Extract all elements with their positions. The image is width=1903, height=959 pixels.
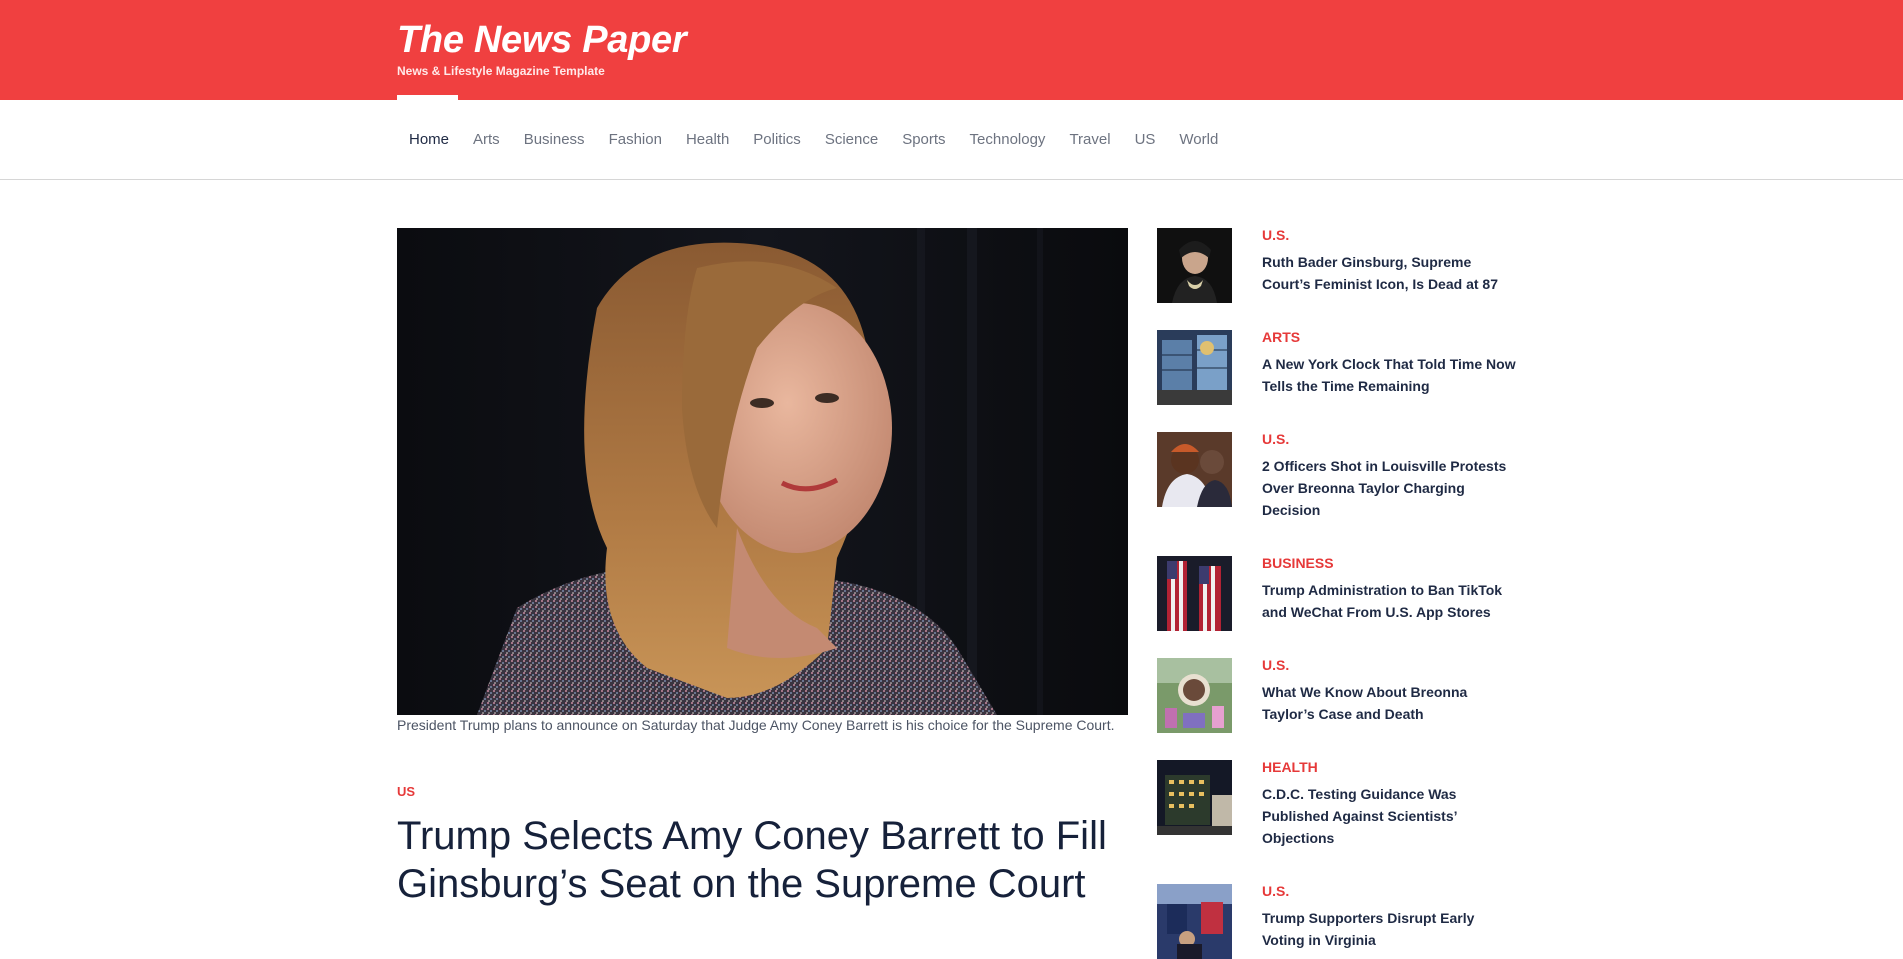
nav-list: Home Arts Business Fashion Health Politi…	[397, 100, 1230, 179]
article-title[interactable]: A New York Clock That Told Time Now Tell…	[1262, 353, 1517, 397]
nav-item-travel[interactable]: Travel	[1057, 100, 1122, 179]
hero-caption: President Trump plans to announce on Sat…	[397, 717, 1115, 733]
nav-item-us[interactable]: US	[1123, 100, 1168, 179]
article-category[interactable]: HEALTH	[1262, 759, 1318, 775]
site-brand[interactable]: The News Paper News & Lifestyle Magazine…	[397, 18, 687, 78]
nav-item-fashion[interactable]: Fashion	[597, 100, 674, 179]
nav-item-politics[interactable]: Politics	[741, 100, 813, 179]
article-title[interactable]: Trump Administration to Ban TikTok and W…	[1262, 579, 1517, 623]
nav-item-technology[interactable]: Technology	[958, 100, 1058, 179]
article-category[interactable]: BUSINESS	[1262, 555, 1334, 571]
site-tagline: News & Lifestyle Magazine Template	[397, 64, 605, 78]
main-article-category[interactable]: US	[397, 784, 415, 799]
article-title[interactable]: Ruth Bader Ginsburg, Supreme Court’s Fem…	[1262, 251, 1517, 295]
nav-item-business[interactable]: Business	[512, 100, 597, 179]
article-thumbnail[interactable]	[1157, 228, 1232, 303]
nav-item-health[interactable]: Health	[674, 100, 741, 179]
article-thumbnail[interactable]	[1157, 330, 1232, 405]
article-title[interactable]: C.D.C. Testing Guidance Was Published Ag…	[1262, 783, 1517, 849]
hero-photo	[397, 228, 1128, 715]
article-thumbnail[interactable]	[1157, 658, 1232, 733]
main-nav: Home Arts Business Fashion Health Politi…	[0, 100, 1903, 180]
article-category[interactable]: U.S.	[1262, 883, 1289, 899]
article-thumbnail[interactable]	[1157, 556, 1232, 631]
nav-item-arts[interactable]: Arts	[461, 100, 512, 179]
nav-item-home[interactable]: Home	[397, 100, 461, 179]
article-category[interactable]: U.S.	[1262, 227, 1289, 243]
nav-item-sports[interactable]: Sports	[890, 100, 957, 179]
nav-item-science[interactable]: Science	[813, 100, 890, 179]
article-title[interactable]: What We Know About Breonna Taylor’s Case…	[1262, 681, 1517, 725]
site-title[interactable]: The News Paper	[397, 18, 687, 62]
article-title[interactable]: 2 Officers Shot in Louisville Protests O…	[1262, 455, 1517, 521]
site-header: The News Paper News & Lifestyle Magazine…	[0, 0, 1903, 100]
article-thumbnail[interactable]	[1157, 760, 1232, 835]
article-title[interactable]: Trump Supporters Disrupt Early Voting in…	[1262, 907, 1517, 951]
article-category[interactable]: U.S.	[1262, 657, 1289, 673]
main-article-title[interactable]: Trump Selects Amy Coney Barrett to Fill …	[397, 812, 1128, 908]
article-thumbnail[interactable]	[1157, 884, 1232, 959]
article-category[interactable]: U.S.	[1262, 431, 1289, 447]
nav-item-world[interactable]: World	[1167, 100, 1230, 179]
hero-image[interactable]	[397, 228, 1128, 715]
article-category[interactable]: ARTS	[1262, 329, 1300, 345]
article-thumbnail[interactable]	[1157, 432, 1232, 507]
